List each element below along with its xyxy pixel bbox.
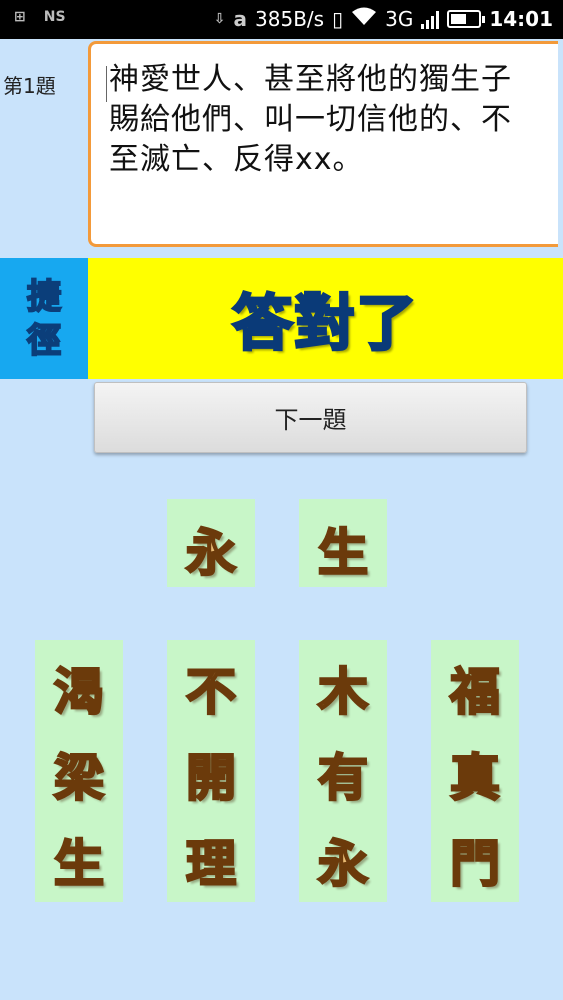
battery-icon: [447, 9, 486, 28]
net-speed: 385B/s: [255, 6, 325, 31]
question-text: 神愛世人、甚至將他的獨生子賜給他們、叫一切信他的、不至滅亡、反得xx。: [109, 62, 512, 177]
amazon-icon: a: [233, 6, 248, 31]
choice-tile[interactable]: 真: [431, 738, 519, 810]
choice-column[interactable]: 不 開 理: [167, 640, 255, 902]
result-message: 答對了: [231, 288, 419, 361]
choice-tile[interactable]: 梁: [35, 738, 123, 810]
choice-column[interactable]: 木 有 永: [299, 640, 387, 902]
choice-tile[interactable]: 理: [167, 824, 255, 896]
question-number: 第1題: [3, 74, 56, 98]
choice-column[interactable]: 福 真 門: [431, 640, 519, 902]
question-text-box: 神愛世人、甚至將他的獨生子賜給他們、叫一切信他的、不至滅亡、反得xx。: [88, 41, 558, 247]
result-banner: 答對了: [88, 258, 563, 379]
signal-icon: [421, 9, 440, 29]
shortcut-label-2: 徑: [26, 320, 62, 362]
choice-tile[interactable]: 木: [299, 652, 387, 724]
next-question-button[interactable]: 下一題: [94, 382, 527, 453]
download-icon: ⇩: [213, 10, 226, 27]
answer-char: 生: [317, 523, 370, 584]
choice-tile[interactable]: 福: [431, 652, 519, 724]
answer-char: 永: [185, 523, 238, 584]
vibrate-icon: ▯: [332, 6, 344, 31]
answer-tile[interactable]: 永: [167, 499, 255, 587]
choice-tile[interactable]: 渴: [35, 652, 123, 724]
shortcut-label-1: 捷: [26, 276, 62, 318]
choice-tile[interactable]: 生: [35, 824, 123, 896]
wifi-icon: [351, 6, 377, 31]
choice-tile[interactable]: 門: [431, 824, 519, 896]
choice-tile[interactable]: 永: [299, 824, 387, 896]
choice-column[interactable]: 渴 梁 生: [35, 640, 123, 902]
shortcut-button[interactable]: 捷 徑: [0, 258, 88, 379]
back-notification-icon: ⊞: [14, 9, 26, 25]
ns-notification-icon: NS: [43, 9, 66, 25]
answer-tile[interactable]: 生: [299, 499, 387, 587]
clock: 14:01: [489, 6, 553, 31]
choice-tile[interactable]: 開: [167, 738, 255, 810]
choice-tile[interactable]: 不: [167, 652, 255, 724]
network-type: 3G: [385, 6, 414, 31]
status-bar: ⊞ NS ⇩ a 385B/s ▯ 3G 14:01: [0, 0, 563, 39]
text-cursor: [106, 66, 107, 102]
choice-tile[interactable]: 有: [299, 738, 387, 810]
